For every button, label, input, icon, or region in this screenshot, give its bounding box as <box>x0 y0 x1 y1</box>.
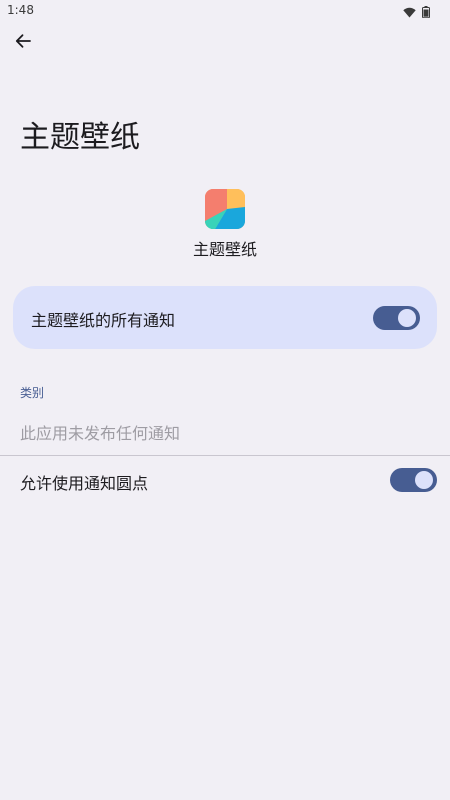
all-notifications-switch[interactable] <box>373 306 420 330</box>
no-notifications-text: 此应用未发布任何通知 <box>20 424 181 443</box>
notification-dot-switch[interactable] <box>390 468 437 492</box>
notification-dot-label: 允许使用通知圆点 <box>20 474 149 493</box>
all-notifications-label: 主题壁纸的所有通知 <box>31 311 176 330</box>
status-time: 1:48 <box>7 3 34 17</box>
all-notifications-toggle-row[interactable]: 主题壁纸的所有通知 <box>13 286 437 349</box>
status-bar: 1:48 <box>0 0 450 22</box>
switch-knob <box>415 471 433 489</box>
app-name: 主题壁纸 <box>192 240 257 259</box>
battery-icon <box>422 3 430 22</box>
notification-dot-toggle-row[interactable]: 允许使用通知圆点 <box>0 456 450 504</box>
status-icons <box>403 3 430 22</box>
app-icon <box>205 189 245 229</box>
category-header: 类别 <box>20 386 45 400</box>
back-button[interactable] <box>10 30 36 56</box>
page-title: 主题壁纸 <box>20 120 140 155</box>
switch-knob <box>398 309 416 327</box>
wifi-icon <box>403 3 416 22</box>
arrow-left-icon <box>14 32 32 54</box>
